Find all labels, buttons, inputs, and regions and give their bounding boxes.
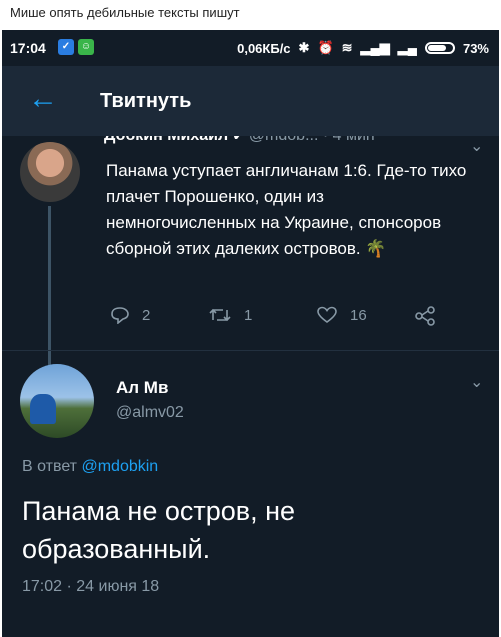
reply-icon [111,307,129,324]
reply-to-line: В ответ @mdobkin [22,458,158,476]
battery-percent: 73% [462,40,489,56]
alarm-icon: ⏰ [317,40,334,55]
tweet1-actions: 2 1 16 [110,306,450,330]
retweet-count: 1 [244,306,253,324]
app-header: ← Твитнуть [2,66,499,136]
signal-icon-2: ▂▄ [397,40,417,55]
chevron-down-icon[interactable]: ⌄ [470,136,483,156]
page-title: Твитнуть [100,90,192,112]
status-bar: 17:04 ✓ ☺ 0,06КБ/с ✱ ⏰ ≋ ▂▄▆ ▂▄ 73% [2,30,499,66]
tweet2-text: Панама не остров, не образованный. [22,496,296,564]
verified-icon: ✔ [233,136,245,143]
bluetooth-icon: ✱ [298,40,310,55]
twitter-notification-icon: ✓ [58,39,74,55]
retweet-button[interactable]: 1 [208,306,252,324]
tweet1-author-row: Добкин Михаил ✔ @mdob... · 4 мин [104,136,484,150]
tweet1-age: · 4 мин [323,136,375,144]
tweet1-author-name[interactable]: Добкин Михаил [104,136,228,144]
tweet2-handle: @almv02 [116,404,184,421]
like-count: 16 [350,306,367,324]
app-notification-icon: ☺ [78,39,94,55]
tweet1-handle: @mdob... [249,136,319,144]
like-icon [317,306,337,323]
phone-screen: 17:04 ✓ ☺ 0,06КБ/с ✱ ⏰ ≋ ▂▄▆ ▂▄ 73% ← Тв… [2,30,499,637]
chevron-down-icon[interactable]: ⌄ [470,372,483,392]
signal-icon: ▂▄▆ [360,40,390,55]
tweet2-author-name[interactable]: Ал Мв [116,378,168,398]
tweet2-avatar[interactable] [20,364,94,438]
status-time: 17:04 [10,40,46,56]
share-icon [415,306,435,326]
reply-count: 2 [142,306,151,324]
thread-line [48,206,51,382]
tweet2-timestamp: 17:02 · 24 июня 18 [22,578,160,595]
reply-prefix: В ответ [22,458,78,475]
like-button[interactable]: 16 [316,306,367,324]
battery-icon [424,42,455,54]
retweet-icon [209,308,231,322]
tweet1-text: Панама уступает англичанам 1:6. Где-то т… [106,161,467,258]
reply-mention-link[interactable]: @mdobkin [81,458,158,475]
wifi-icon: ≋ [341,40,353,55]
tweet1-avatar[interactable] [20,142,80,202]
tweet-divider [2,350,499,351]
back-arrow-icon[interactable]: ← [28,84,58,114]
network-speed: 0,06КБ/с [237,40,291,56]
post-caption: Мише опять дебильные тексты пишут [0,0,501,26]
reply-button[interactable]: 2 [110,306,150,324]
share-button[interactable] [414,306,436,326]
